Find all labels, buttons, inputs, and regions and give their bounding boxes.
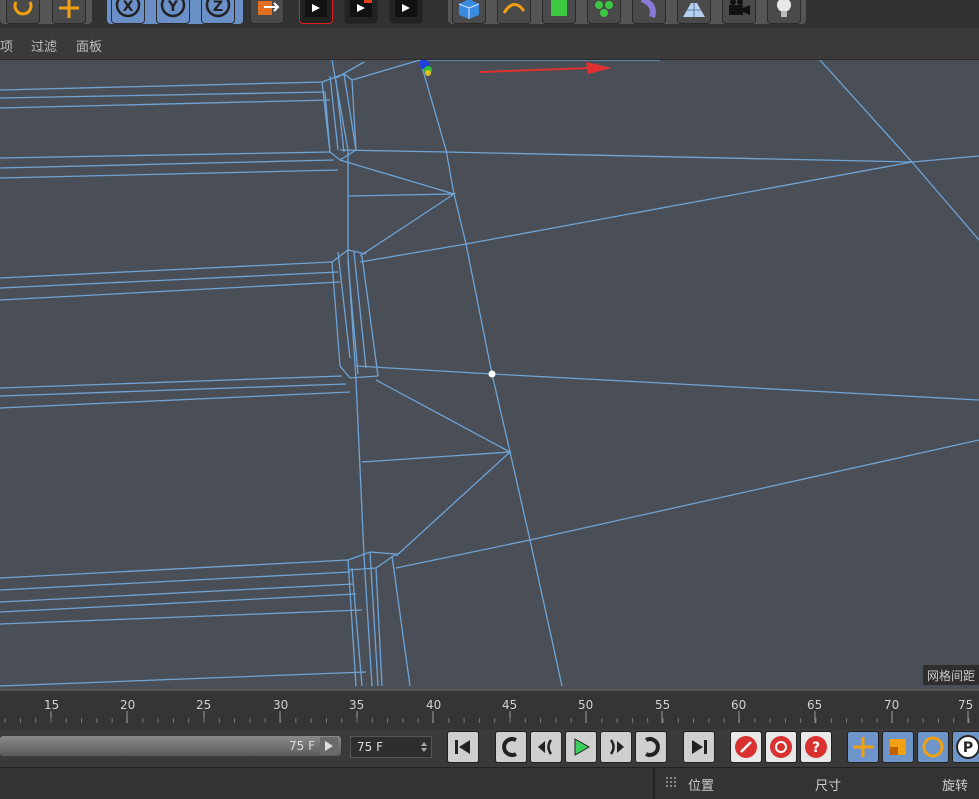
y-axis-icon[interactable]: Y — [156, 0, 190, 24]
timeline-ruler[interactable]: 15 20 25 30 35 40 45 50 55 60 65 70 75 — [0, 689, 979, 731]
scale-key-icon[interactable] — [882, 731, 914, 763]
svg-text:Z: Z — [213, 0, 223, 15]
mesh-wireframe — [0, 60, 979, 687]
rotation-label: 旋转 — [942, 779, 969, 794]
move-icon[interactable] — [52, 0, 86, 24]
record-icon[interactable] — [730, 731, 762, 763]
keyframe-selection-icon[interactable]: ? — [800, 731, 832, 763]
coordinates-manager-header: 位置 尺寸 旋转 — [0, 767, 979, 799]
panel-divider — [653, 768, 655, 799]
panel-grip-icon[interactable] — [665, 776, 679, 790]
render-view-icon[interactable] — [299, 0, 333, 24]
param-key-icon[interactable]: P — [952, 731, 979, 763]
current-frame-field[interactable]: 75 F — [350, 736, 432, 758]
tick-label: 55 — [655, 698, 671, 712]
previous-key-icon[interactable] — [495, 731, 527, 763]
range-end-label: 75 F — [289, 739, 315, 753]
tick-label: 35 — [349, 698, 365, 712]
menu-options[interactable]: 项 — [0, 36, 13, 55]
position-label: 位置 — [688, 779, 715, 794]
stepper-arrows-icon[interactable] — [420, 740, 428, 754]
tick-label: 25 — [196, 698, 212, 712]
step-forward-icon[interactable] — [600, 731, 632, 763]
menu-filter[interactable]: 过滤 — [31, 36, 57, 55]
rotate-key-icon[interactable] — [917, 731, 949, 763]
tick-label: 60 — [731, 698, 747, 712]
render-settings-icon[interactable] — [389, 0, 423, 24]
floor-icon[interactable] — [677, 0, 711, 24]
main-toolbar: X Y Z — [0, 0, 979, 28]
autokey-icon[interactable] — [765, 731, 797, 763]
spline-pen-icon[interactable] — [497, 0, 531, 24]
next-key-icon[interactable] — [635, 731, 667, 763]
timeline-ticks — [4, 711, 970, 723]
current-frame-value: 75 F — [357, 740, 383, 754]
play-icon[interactable] — [565, 731, 597, 763]
tick-label: 20 — [120, 698, 136, 712]
x-axis-arrow-icon[interactable] — [479, 62, 612, 74]
step-back-icon[interactable] — [530, 731, 562, 763]
tick-label: 75 — [958, 698, 974, 712]
playback-controls: 75 F 75 F ? P — [0, 729, 979, 767]
axis-origin-icon[interactable] — [419, 60, 432, 76]
menu-panel[interactable]: 面板 — [76, 36, 102, 55]
deformer-icon[interactable] — [632, 0, 666, 24]
go-to-end-icon[interactable] — [683, 731, 715, 763]
rotate-icon[interactable] — [6, 0, 40, 24]
svg-text:Y: Y — [167, 0, 179, 15]
tick-label: 15 — [44, 698, 60, 712]
range-arrow-icon[interactable] — [320, 737, 338, 755]
tick-label: 40 — [426, 698, 442, 712]
tick-label: 45 — [502, 698, 518, 712]
tick-label: 65 — [807, 698, 823, 712]
svg-text:X: X — [123, 0, 134, 15]
move-key-icon[interactable] — [847, 731, 879, 763]
viewport-menu-bar: 项 过滤 面板 — [0, 28, 979, 60]
world-coordinates-icon[interactable] — [250, 0, 284, 24]
cube-icon[interactable] — [452, 0, 486, 24]
svg-text:P: P — [963, 740, 973, 756]
selected-vertex[interactable] — [488, 370, 496, 378]
x-axis-icon[interactable]: X — [111, 0, 145, 24]
cloner-icon[interactable] — [587, 0, 621, 24]
3d-viewport[interactable]: 网格间距 — [0, 60, 979, 689]
size-label: 尺寸 — [815, 779, 842, 794]
z-axis-icon[interactable]: Z — [201, 0, 235, 24]
subdivision-icon[interactable] — [542, 0, 576, 24]
light-icon[interactable] — [767, 0, 801, 24]
go-to-start-icon[interactable] — [447, 731, 479, 763]
preview-range-slider[interactable]: 75 F — [0, 736, 341, 756]
grid-spacing-label: 网格间距 — [922, 665, 979, 685]
tick-label: 30 — [273, 698, 289, 712]
render-picture-queue-icon[interactable] — [344, 0, 378, 24]
tick-label: 50 — [578, 698, 594, 712]
svg-text:?: ? — [812, 740, 820, 756]
tick-label: 70 — [884, 698, 900, 712]
camera-icon[interactable] — [722, 0, 756, 24]
